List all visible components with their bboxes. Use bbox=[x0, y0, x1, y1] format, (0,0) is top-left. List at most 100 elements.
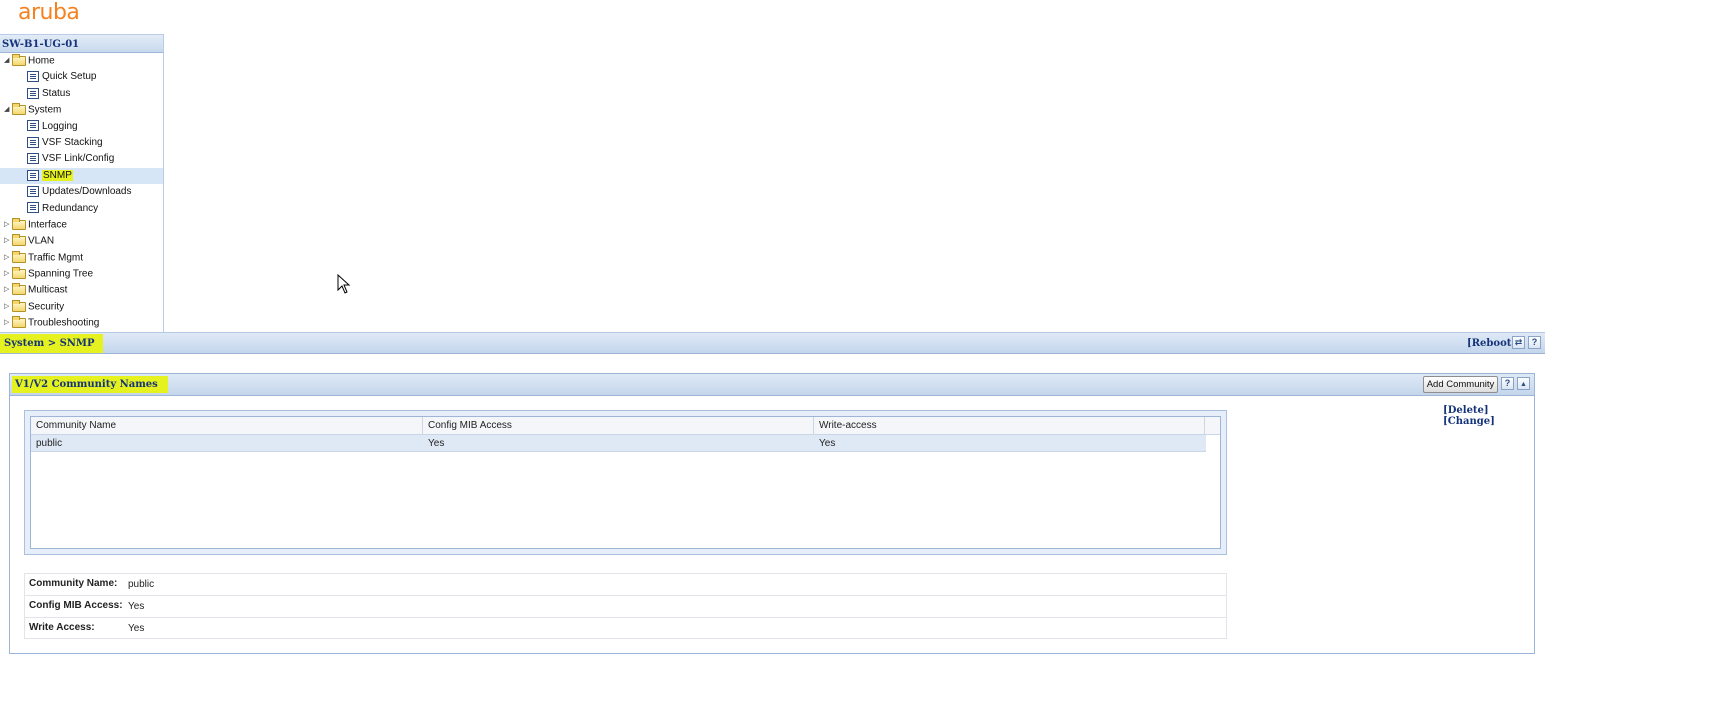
grid-header: Community Name Config MIB Access Write-a… bbox=[31, 417, 1220, 435]
tree-item-label: Redundancy bbox=[42, 202, 99, 214]
expand-icon[interactable]: ▷ bbox=[4, 250, 12, 266]
detail-row-config-mib-access: Config MIB Access: Yes bbox=[24, 595, 1227, 617]
detail-value: public bbox=[128, 579, 155, 590]
tree-folder-multicast[interactable]: ▷ Multicast bbox=[0, 282, 163, 298]
panel-header: V1/V2 Community Names Add Community ? ▲ bbox=[10, 374, 1534, 396]
community-grid: Community Name Config MIB Access Write-a… bbox=[30, 416, 1221, 549]
expand-icon[interactable]: ▷ bbox=[4, 282, 12, 298]
page-icon bbox=[27, 169, 39, 181]
add-community-button[interactable]: Add Community bbox=[1423, 376, 1498, 393]
delete-link[interactable]: [Delete] bbox=[1443, 405, 1489, 416]
tree-item-label: VSF Stacking bbox=[42, 136, 103, 148]
page-help-button[interactable]: ? bbox=[1528, 336, 1541, 349]
page-icon bbox=[27, 202, 39, 214]
community-details: Community Name: public Config MIB Access… bbox=[24, 573, 1227, 639]
page-icon bbox=[27, 71, 39, 83]
tree-item-label: Troubleshooting bbox=[28, 317, 100, 329]
cell-write-access: Yes bbox=[819, 438, 836, 449]
folder-icon bbox=[12, 250, 26, 263]
tree-item-updates-downloads[interactable]: Updates/Downloads bbox=[0, 184, 163, 200]
breadcrumb: System > SNMP bbox=[0, 334, 103, 353]
navigation-tree: SW-B1-UG-01 ◢ Home Quick Setup Status ◢ Syste… bbox=[0, 34, 164, 332]
tree-item-label: Updates/Downloads bbox=[42, 186, 132, 198]
tree-item-vsf-link-config[interactable]: VSF Link/Config bbox=[0, 151, 163, 167]
page-icon bbox=[27, 120, 39, 132]
expand-icon[interactable]: ▷ bbox=[4, 299, 12, 315]
column-community-name[interactable]: Community Name bbox=[31, 417, 423, 435]
tree-item-label: Multicast bbox=[28, 285, 68, 297]
tree-item-label: Status bbox=[42, 87, 71, 99]
tree-folder-home[interactable]: ◢ Home bbox=[0, 53, 163, 69]
tree-item-redundancy[interactable]: Redundancy bbox=[0, 201, 163, 217]
folder-icon bbox=[12, 283, 26, 296]
folder-icon bbox=[12, 103, 26, 116]
detail-label: Config MIB Access: bbox=[29, 600, 123, 611]
panel-title: V1/V2 Community Names bbox=[12, 376, 168, 393]
folder-icon bbox=[12, 267, 26, 280]
page-icon bbox=[27, 136, 39, 148]
detail-value: Yes bbox=[128, 601, 145, 612]
table-row[interactable]: public Yes Yes bbox=[31, 435, 1206, 452]
detail-row-community-name: Community Name: public bbox=[24, 573, 1227, 595]
tree-folder-traffic-mgmt[interactable]: ▷ Traffic Mgmt bbox=[0, 250, 163, 266]
tree-folder-troubleshooting[interactable]: ▷ Troubleshooting bbox=[0, 315, 163, 331]
breadcrumb-bar: System > SNMP [Reboot] ⇄ ? bbox=[0, 332, 1545, 354]
collapse-icon[interactable]: ◢ bbox=[4, 53, 12, 69]
tree-folder-system[interactable]: ◢ System bbox=[0, 102, 163, 118]
aruba-logo: aruba bbox=[18, 0, 80, 25]
detail-value: Yes bbox=[128, 623, 145, 634]
collapse-icon[interactable]: ◢ bbox=[4, 102, 12, 118]
tree-item-label: Quick Setup bbox=[42, 71, 97, 83]
detail-label: Write Access: bbox=[29, 622, 95, 633]
folder-icon bbox=[12, 217, 26, 230]
tree-item-vsf-stacking[interactable]: VSF Stacking bbox=[0, 135, 163, 151]
tree-item-label: Logging bbox=[42, 120, 78, 132]
column-config-mib-access[interactable]: Config MIB Access bbox=[423, 417, 814, 435]
tree-folder-vlan[interactable]: ▷ VLAN bbox=[0, 233, 163, 249]
tree-item-label: Security bbox=[28, 301, 65, 313]
cell-community-name: public bbox=[36, 438, 63, 449]
detail-row-write-access: Write Access: Yes bbox=[24, 617, 1227, 639]
page-icon bbox=[27, 185, 39, 197]
folder-icon bbox=[12, 299, 26, 312]
detail-label: Community Name: bbox=[29, 578, 118, 589]
expand-icon[interactable]: ▷ bbox=[4, 233, 12, 249]
expand-icon[interactable]: ▷ bbox=[4, 217, 12, 233]
tree-item-label: VSF Link/Config bbox=[42, 153, 115, 165]
refresh-button[interactable]: ⇄ bbox=[1512, 336, 1525, 349]
tree-item-logging[interactable]: Logging bbox=[0, 119, 163, 135]
tree-folder-security[interactable]: ▷ Security bbox=[0, 299, 163, 315]
tree-item-label: System bbox=[28, 104, 62, 116]
tree-item-label: Home bbox=[28, 55, 55, 67]
reboot-link[interactable]: [Reboot] bbox=[1467, 334, 1516, 353]
tree-item-snmp[interactable]: SNMP bbox=[0, 167, 163, 185]
expand-icon[interactable]: ▷ bbox=[4, 266, 12, 282]
column-write-access[interactable]: Write-access bbox=[814, 417, 1205, 435]
community-names-panel: V1/V2 Community Names Add Community ? ▲ … bbox=[9, 373, 1535, 654]
tree-item-label: SNMP bbox=[42, 169, 73, 181]
row-actions: [Delete][Change] bbox=[1443, 405, 1534, 427]
tree-folder-spanning-tree[interactable]: ▷ Spanning Tree bbox=[0, 266, 163, 282]
cell-config-mib-access: Yes bbox=[428, 438, 445, 449]
chevron-up-icon: ▲ bbox=[1520, 381, 1527, 388]
refresh-icon: ⇄ bbox=[1514, 337, 1523, 347]
tree-item-quick-setup[interactable]: Quick Setup bbox=[0, 69, 163, 85]
page-icon bbox=[27, 153, 39, 165]
tree-item-label: Spanning Tree bbox=[28, 268, 94, 280]
tree-node-list: ◢ Home Quick Setup Status ◢ System Logging VSF … bbox=[0, 53, 163, 332]
expand-icon[interactable]: ▷ bbox=[4, 315, 12, 331]
tree-item-status[interactable]: Status bbox=[0, 86, 163, 102]
collapse-panel-button[interactable]: ▲ bbox=[1517, 377, 1530, 390]
folder-icon bbox=[12, 234, 26, 247]
folder-icon bbox=[12, 54, 26, 66]
tree-folder-interface[interactable]: ▷ Interface bbox=[0, 217, 163, 233]
panel-help-button[interactable]: ? bbox=[1501, 377, 1514, 390]
folder-icon bbox=[12, 316, 26, 329]
mouse-cursor-icon bbox=[337, 274, 351, 294]
tree-item-label: Interface bbox=[28, 219, 67, 231]
device-name: SW-B1-UG-01 bbox=[0, 34, 163, 53]
page-icon bbox=[27, 87, 39, 99]
community-grid-container: Community Name Config MIB Access Write-a… bbox=[24, 410, 1227, 555]
tree-item-label: Traffic Mgmt bbox=[28, 252, 84, 264]
change-link[interactable]: [Change] bbox=[1443, 416, 1495, 427]
